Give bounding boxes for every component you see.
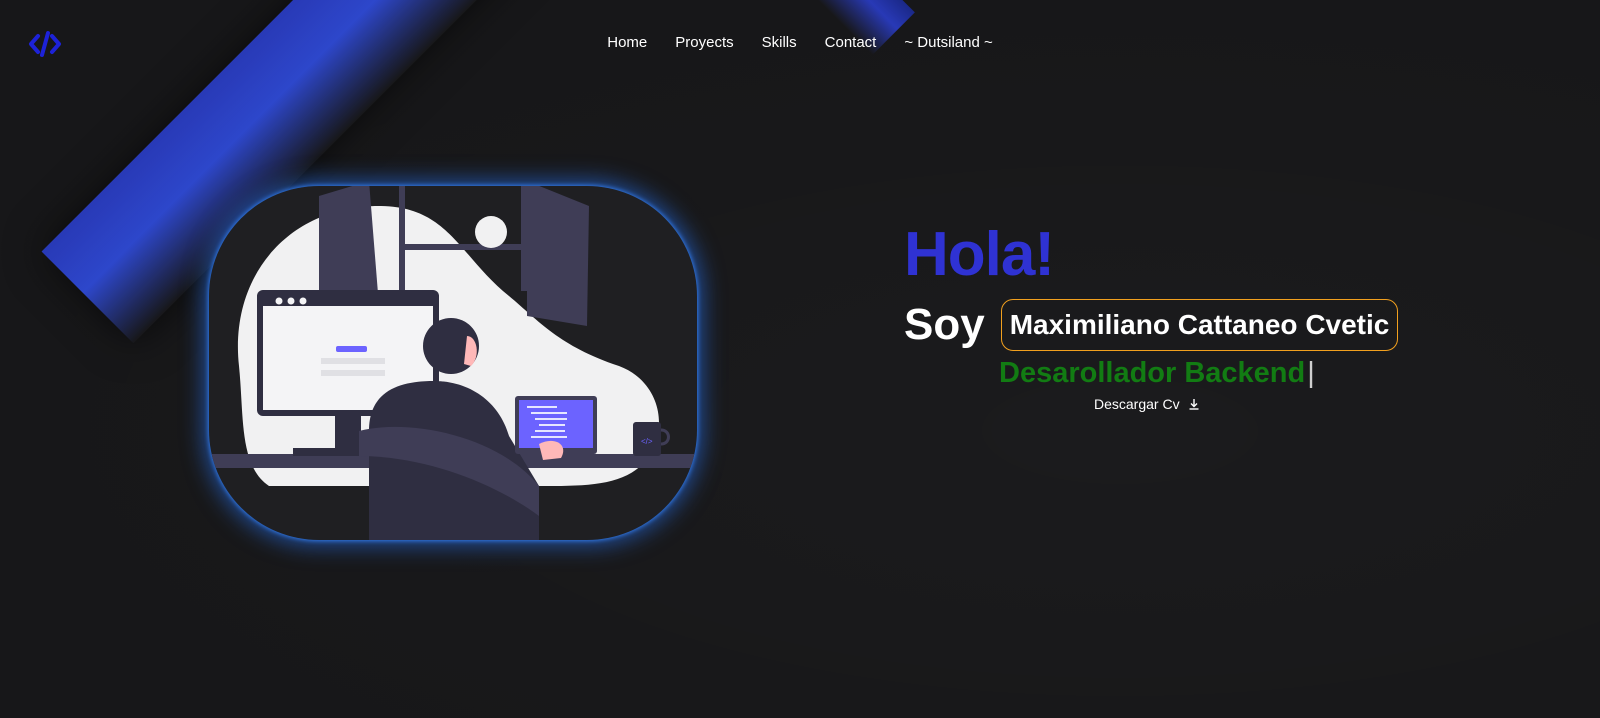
- typing-caret: |: [1307, 357, 1315, 389]
- developer-at-desk-illustration: </>: [209, 186, 697, 540]
- download-icon: [1188, 398, 1200, 410]
- navbar: Home Proyects Skills Contact ~ Dutsiland…: [0, 0, 1600, 90]
- hero-heading: Hola!: [904, 220, 1055, 290]
- nav-link-home[interactable]: Home: [607, 34, 647, 51]
- window-frame: [399, 186, 405, 291]
- role-title: Desarollador Backend|: [999, 355, 1315, 391]
- intro-row: Soy Maximiliano Cattaneo Cvetic: [904, 298, 1399, 352]
- nav-link-dutsiland[interactable]: ~ Dutsiland ~: [904, 34, 992, 51]
- greeting-title: Hola!: [904, 220, 1055, 289]
- nav-link-proyects[interactable]: Proyects: [675, 34, 733, 51]
- moon: [475, 216, 507, 248]
- download-cv-button[interactable]: Descargar Cv: [1094, 396, 1200, 412]
- svg-text:</>: </>: [641, 437, 653, 446]
- curtain-left: [319, 186, 379, 306]
- intro-text: Soy: [904, 300, 985, 349]
- portfolio-page: Home Proyects Skills Contact ~ Dutsiland…: [0, 0, 1600, 718]
- name-badge: Maximiliano Cattaneo Cvetic: [1000, 299, 1399, 351]
- nav-link-skills[interactable]: Skills: [762, 34, 797, 51]
- nav-links: Home Proyects Skills Contact ~ Dutsiland…: [0, 34, 1600, 51]
- download-cv-label: Descargar Cv: [1094, 396, 1180, 412]
- role-text: Desarollador Backend: [999, 357, 1306, 389]
- nav-link-contact[interactable]: Contact: [825, 34, 877, 51]
- curtain-right: [527, 186, 589, 326]
